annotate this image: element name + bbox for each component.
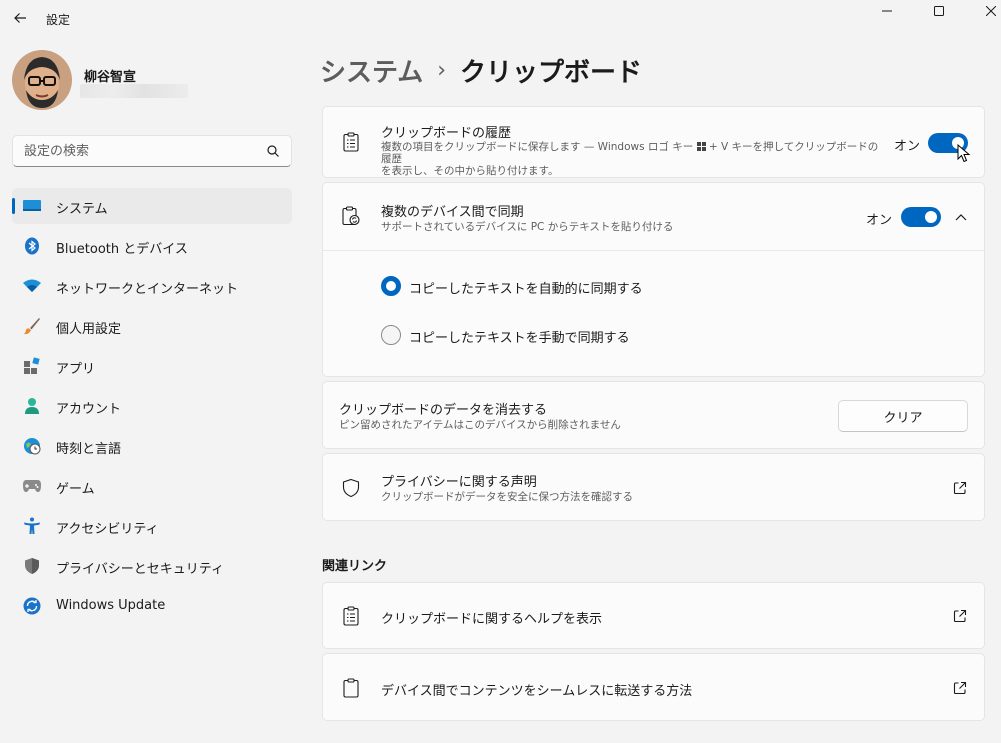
clear-data-card: クリップボードのデータを消去する ピン留めされたアイテムはこのデバイスから削除さ… bbox=[322, 381, 985, 449]
sync-toggle[interactable] bbox=[901, 207, 941, 227]
external-link-icon bbox=[953, 609, 967, 623]
maximize-icon bbox=[934, 6, 944, 16]
sidebar-item-accounts[interactable]: アカウント bbox=[12, 388, 292, 424]
history-title: クリップボードの履歴 bbox=[381, 126, 512, 141]
sidebar-item-gaming[interactable]: ゲーム bbox=[12, 468, 292, 504]
sidebar-item-personalization[interactable]: 個人用設定 bbox=[12, 308, 292, 344]
sidebar-item-system[interactable]: システム bbox=[12, 188, 292, 224]
back-arrow-icon bbox=[14, 13, 26, 23]
clipboard-icon bbox=[340, 677, 362, 699]
related-links-heading: 関連リンク bbox=[322, 559, 388, 574]
back-button[interactable] bbox=[6, 4, 34, 32]
sidebar-item-bluetooth[interactable]: Bluetooth とデバイス bbox=[12, 228, 292, 264]
sync-title: 複数のデバイス間で同期 bbox=[381, 205, 524, 220]
sidebar-item-label: アプリ bbox=[56, 362, 96, 377]
close-icon bbox=[986, 6, 996, 16]
sidebar-nav: システム Bluetooth とデバイス ネットワークとインターネット 個人用設… bbox=[12, 188, 292, 628]
mouse-cursor-icon bbox=[957, 144, 971, 163]
external-link-icon bbox=[953, 481, 967, 495]
update-icon bbox=[22, 597, 42, 615]
sidebar-item-label: ネットワークとインターネット bbox=[56, 282, 239, 297]
breadcrumb: システム › クリップボード bbox=[320, 50, 642, 90]
related-link-label: デバイス間でコンテンツをシームレスに転送する方法 bbox=[381, 684, 693, 699]
windows-logo-icon bbox=[696, 142, 706, 151]
external-link-icon bbox=[953, 681, 967, 695]
chevron-up-icon bbox=[955, 214, 967, 221]
wifi-icon bbox=[22, 277, 42, 295]
shield-icon bbox=[22, 557, 42, 575]
avatar[interactable] bbox=[12, 50, 72, 110]
accessibility-icon bbox=[22, 517, 42, 535]
privacy-title: プライバシーに関する声明 bbox=[381, 475, 537, 490]
minimize-button[interactable] bbox=[864, 0, 910, 22]
history-desc-part1: 複数の項目をクリップボードに保存します — Windows ロゴ キー bbox=[381, 141, 697, 153]
clear-button[interactable]: クリア bbox=[838, 400, 968, 432]
avatar-portrait-icon bbox=[12, 50, 72, 110]
radio-manual-sync-label[interactable]: コピーしたテキストを手動で同期する bbox=[409, 327, 630, 346]
related-link-label: クリップボードに関するヘルプを表示 bbox=[381, 612, 603, 627]
sidebar-item-label: プライバシーとセキュリティ bbox=[56, 562, 224, 577]
radio-manual-sync[interactable] bbox=[381, 325, 401, 345]
sidebar-item-label: ゲーム bbox=[56, 482, 95, 497]
breadcrumb-separator: › bbox=[437, 57, 447, 83]
sync-card: 複数のデバイス間で同期 サポートされているデバイスに PC からテキストを貼り付… bbox=[322, 182, 985, 377]
privacy-description: クリップボードがデータを安全に保つ方法を確認する bbox=[381, 491, 633, 503]
brush-icon bbox=[22, 317, 42, 335]
sidebar-item-network[interactable]: ネットワークとインターネット bbox=[12, 268, 292, 304]
history-desc-part3: を表示し、その中から貼り付けます。 bbox=[381, 165, 559, 177]
sidebar-item-apps[interactable]: アプリ bbox=[12, 348, 292, 384]
sidebar-item-time-language[interactable]: 時刻と言語 bbox=[12, 428, 292, 464]
related-link-help[interactable]: クリップボードに関するヘルプを表示 bbox=[322, 582, 985, 649]
page-title: クリップボード bbox=[460, 57, 643, 88]
sync-collapse-button[interactable] bbox=[947, 203, 975, 231]
clear-description: ピン留めされたアイテムはこのデバイスから削除されません bbox=[339, 419, 621, 431]
radio-auto-sync[interactable] bbox=[381, 276, 401, 296]
globe-clock-icon bbox=[22, 437, 42, 455]
sidebar-item-label: システム bbox=[56, 202, 108, 217]
close-button[interactable] bbox=[968, 0, 1001, 22]
breadcrumb-parent[interactable]: システム bbox=[320, 52, 423, 89]
sidebar-item-label: 個人用設定 bbox=[56, 322, 122, 337]
sync-toggle-label: オン bbox=[866, 213, 893, 228]
clipboard-list-icon bbox=[340, 131, 362, 153]
apps-icon bbox=[22, 357, 42, 375]
title-bar: 設定 bbox=[0, 0, 1001, 38]
clipboard-sync-icon bbox=[340, 205, 362, 227]
radio-auto-sync-label[interactable]: コピーしたテキストを自動的に同期する bbox=[409, 278, 643, 297]
sync-description: サポートされているデバイスに PC からテキストを貼り付ける bbox=[381, 221, 674, 233]
clipboard-history-card: クリップボードの履歴 複数の項目をクリップボードに保存します — Windows… bbox=[322, 106, 985, 178]
minimize-icon bbox=[882, 10, 892, 12]
shield-outline-icon bbox=[340, 477, 362, 499]
search-input[interactable] bbox=[13, 136, 261, 166]
related-link-transfer[interactable]: デバイス間でコンテンツをシームレスに転送する方法 bbox=[322, 653, 985, 721]
sidebar-item-windows-update[interactable]: Windows Update bbox=[12, 588, 292, 624]
sidebar-item-label: Bluetooth とデバイス bbox=[56, 242, 188, 257]
search-icon[interactable] bbox=[265, 143, 281, 159]
app-title: 設定 bbox=[46, 13, 71, 27]
clear-title: クリップボードのデータを消去する bbox=[339, 403, 548, 418]
maximize-button[interactable] bbox=[916, 0, 962, 22]
system-icon bbox=[22, 197, 42, 215]
bluetooth-icon bbox=[22, 237, 42, 255]
sidebar-item-label: アクセシビリティ bbox=[56, 522, 159, 537]
sidebar-item-label: アカウント bbox=[56, 402, 122, 417]
sidebar-item-accessibility[interactable]: アクセシビリティ bbox=[12, 508, 292, 544]
privacy-statement-card[interactable]: プライバシーに関する声明 クリップボードがデータを安全に保つ方法を確認する bbox=[322, 453, 985, 521]
sidebar-item-label: Windows Update bbox=[56, 598, 166, 613]
user-email-redacted bbox=[80, 84, 188, 98]
user-name: 柳谷智宣 bbox=[84, 70, 137, 85]
history-toggle-label: オン bbox=[894, 139, 921, 154]
search-box bbox=[12, 135, 292, 167]
account-icon bbox=[22, 397, 42, 415]
clipboard-list-icon bbox=[340, 605, 362, 627]
sidebar-item-label: 時刻と言語 bbox=[56, 442, 122, 457]
gamepad-icon bbox=[22, 477, 42, 495]
history-description: 複数の項目をクリップボードに保存します — Windows ロゴ キー + V … bbox=[381, 141, 881, 177]
sidebar-item-privacy[interactable]: プライバシーとセキュリティ bbox=[12, 548, 292, 584]
sync-divider bbox=[323, 250, 984, 251]
